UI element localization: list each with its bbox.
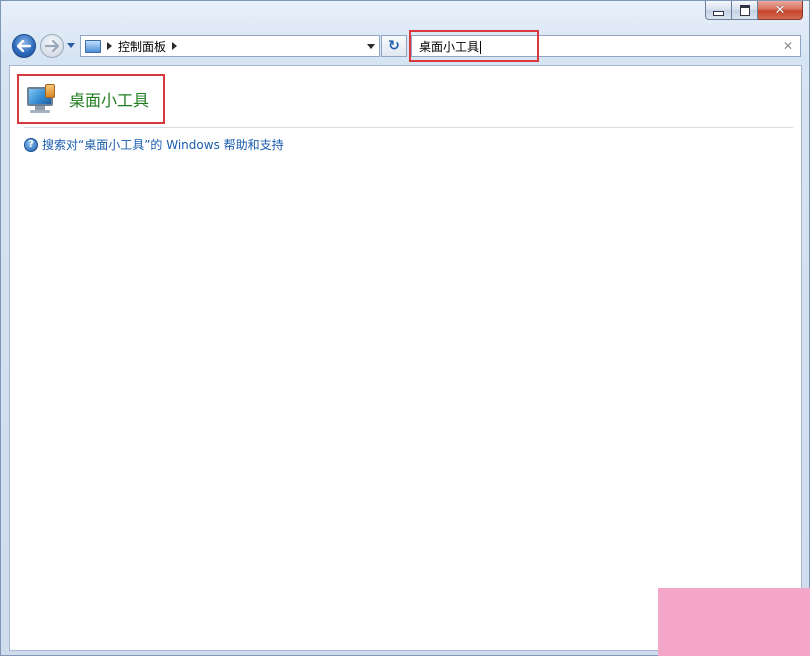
search-box[interactable]: 桌面小工具 ✕ [411,35,801,57]
maximize-button[interactable] [732,1,758,20]
caption-buttons: ✕ [705,1,803,21]
clear-search-icon[interactable]: ✕ [783,39,793,53]
maximize-icon [739,4,750,16]
refresh-icon: ↻ [388,38,400,54]
close-icon: ✕ [774,2,786,18]
address-dropdown-icon[interactable] [367,44,375,49]
refresh-button[interactable]: ↻ [381,35,407,57]
search-results-pane: 桌面小工具 ? 搜索对“桌面小工具”的 Windows 帮助和支持 [9,65,802,651]
control-panel-icon [85,39,101,53]
search-value: 桌面小工具 [419,39,480,54]
close-button[interactable]: ✕ [758,1,803,20]
recent-pages-dropdown[interactable] [67,43,75,48]
control-panel-window: ✕ 控制面板 ↻ 桌面小工具 ✕ 桌面小工具 ? 搜索对“桌面小工具”的 Win… [0,0,810,656]
breadcrumb-separator-icon[interactable] [107,42,112,50]
help-search-link[interactable]: ? 搜索对“桌面小工具”的 Windows 帮助和支持 [24,136,284,153]
forward-arrow-icon [45,40,59,52]
back-arrow-icon [17,40,31,52]
result-title[interactable]: 桌面小工具 [69,87,149,111]
minimize-button[interactable] [705,1,732,20]
pink-overlay-block [658,588,810,656]
result-item-desktop-gadgets[interactable]: 桌面小工具 [19,76,159,122]
breadcrumb-separator-icon[interactable] [172,42,178,50]
text-caret [480,40,482,54]
minimize-icon [713,10,724,16]
help-icon: ? [24,137,38,152]
help-link-text[interactable]: 搜索对“桌面小工具”的 Windows 帮助和支持 [42,136,284,153]
breadcrumb-control-panel[interactable]: 控制面板 [118,38,166,55]
desktop-gadgets-icon [25,82,59,116]
divider [24,127,793,128]
forward-button[interactable] [40,34,64,58]
back-button[interactable] [12,34,36,58]
search-input[interactable]: 桌面小工具 [419,38,482,55]
address-bar[interactable]: 控制面板 [80,35,380,57]
